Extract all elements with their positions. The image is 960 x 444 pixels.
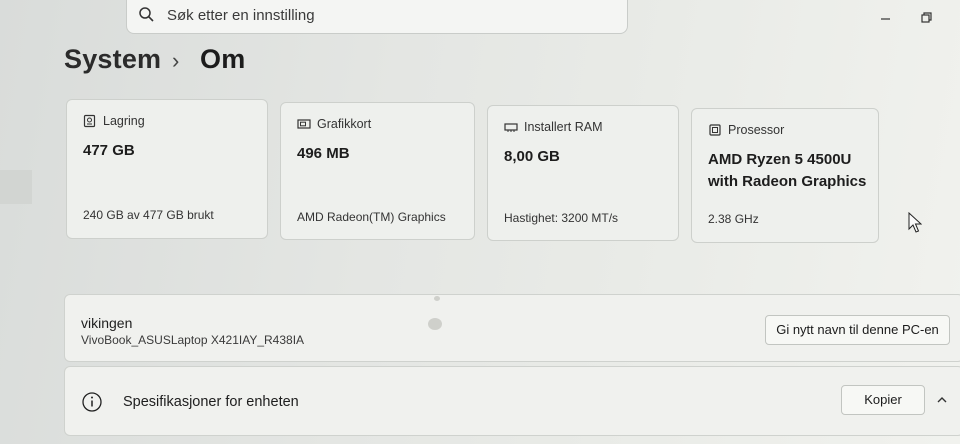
- card-subtext: 2.38 GHz: [708, 212, 759, 226]
- breadcrumb: System › Om: [64, 44, 245, 75]
- card-value-line2: with Radeon Graphics: [708, 173, 867, 190]
- search-icon: [137, 5, 157, 25]
- breadcrumb-parent[interactable]: System: [64, 44, 161, 74]
- storage-icon: [83, 114, 96, 128]
- card-title: Lagring: [103, 114, 145, 128]
- card-value: 496 MB: [297, 145, 350, 162]
- search-input[interactable]: Søk etter en innstilling: [167, 7, 315, 24]
- card-subtext: Hastighet: 3200 MT/s: [504, 211, 619, 225]
- screen-smudge: [434, 296, 440, 301]
- processor-icon: [709, 124, 721, 136]
- graphics-card[interactable]: Grafikkort 496 MB AMD Radeon(TM) Graphic…: [280, 102, 475, 240]
- copy-button[interactable]: Kopier: [841, 385, 925, 415]
- sidebar-edge: [0, 170, 32, 204]
- restore-icon[interactable]: [917, 8, 937, 28]
- rename-pc-button[interactable]: Gi nytt navn til denne PC-en: [765, 315, 950, 345]
- storage-card[interactable]: Lagring 477 GB 240 GB av 477 GB brukt: [66, 99, 268, 239]
- search-box[interactable]: Søk etter en innstilling: [126, 0, 628, 34]
- processor-card[interactable]: Prosessor AMD Ryzen 5 4500U with Radeon …: [691, 108, 879, 243]
- card-subtext: 240 GB av 477 GB brukt: [83, 208, 214, 222]
- card-title: Prosessor: [728, 123, 785, 137]
- minimize-icon[interactable]: [876, 8, 896, 28]
- mouse-cursor-icon: [908, 211, 923, 239]
- device-name: vikingen: [81, 315, 133, 331]
- card-value: 8,00 GB: [504, 148, 560, 165]
- ram-card[interactable]: Installert RAM 8,00 GB Hastighet: 3200 M…: [487, 105, 679, 241]
- card-subtext: AMD Radeon(TM) Graphics: [297, 210, 446, 224]
- device-specs-panel[interactable]: Spesifikasjoner for enheten Kopier: [64, 366, 960, 436]
- card-value: AMD Ryzen 5 4500U with Radeon Graphics: [708, 149, 866, 193]
- card-title: Installert RAM: [524, 120, 603, 134]
- ram-icon: [504, 123, 518, 132]
- device-model: VivoBook_ASUSLaptop X421IAY_R438IA: [81, 333, 305, 347]
- chevron-right-icon: ›: [172, 48, 180, 73]
- card-title: Grafikkort: [317, 117, 372, 131]
- info-icon: [81, 391, 103, 418]
- card-value: 477 GB: [83, 142, 135, 159]
- screen-smudge: [428, 318, 442, 330]
- chevron-up-icon[interactable]: [935, 393, 949, 412]
- card-value-line1: AMD Ryzen 5 4500U: [708, 151, 852, 168]
- specs-title: Spesifikasjoner for enheten: [123, 394, 299, 410]
- device-name-panel: vikingen VivoBook_ASUSLaptop X421IAY_R43…: [64, 294, 960, 362]
- page-title: Om: [200, 44, 246, 74]
- graphics-card-icon: [297, 119, 311, 129]
